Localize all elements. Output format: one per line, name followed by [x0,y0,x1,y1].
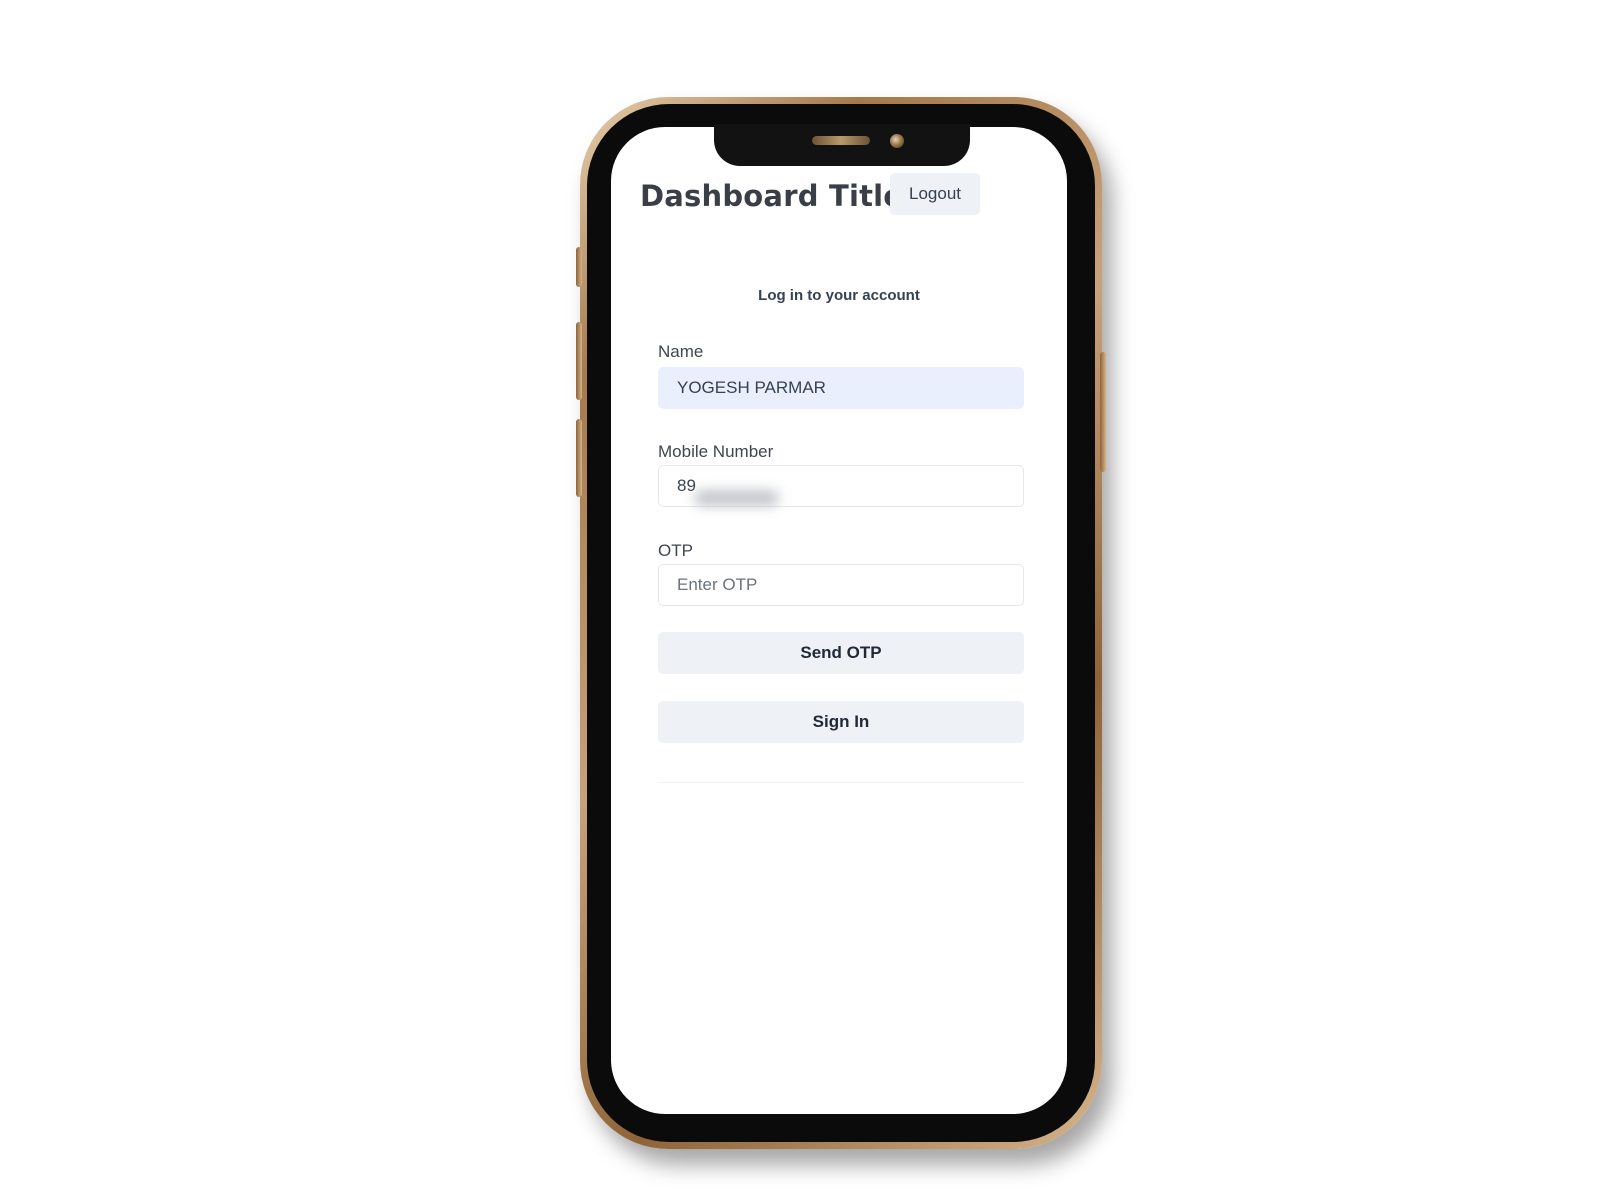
mobile-number-label: Mobile Number [658,442,774,461]
form-divider [658,782,1024,783]
otp-label: OTP [658,541,693,560]
send-otp-button[interactable]: Send OTP [658,632,1024,674]
page-title: Dashboard Title [640,179,904,213]
stage: Dashboard Title Logout Log in to your ac… [0,0,1600,1200]
phone-notch [714,124,970,166]
speaker-grille [812,136,870,145]
login-heading: Log in to your account [758,287,920,304]
redacted-blur [694,490,779,506]
volume-down-button [576,419,582,497]
volume-up-button [576,322,582,400]
camera-icon [890,134,904,148]
phone-screen: Dashboard Title Logout Log in to your ac… [611,127,1067,1114]
name-input[interactable] [658,367,1024,409]
otp-input[interactable] [658,564,1024,606]
logout-button[interactable]: Logout [890,173,980,215]
name-label: Name [658,342,704,361]
power-button [1100,352,1106,472]
sign-in-button[interactable]: Sign In [658,701,1024,743]
phone-frame: Dashboard Title Logout Log in to your ac… [576,97,1106,1149]
mute-switch [576,247,582,287]
